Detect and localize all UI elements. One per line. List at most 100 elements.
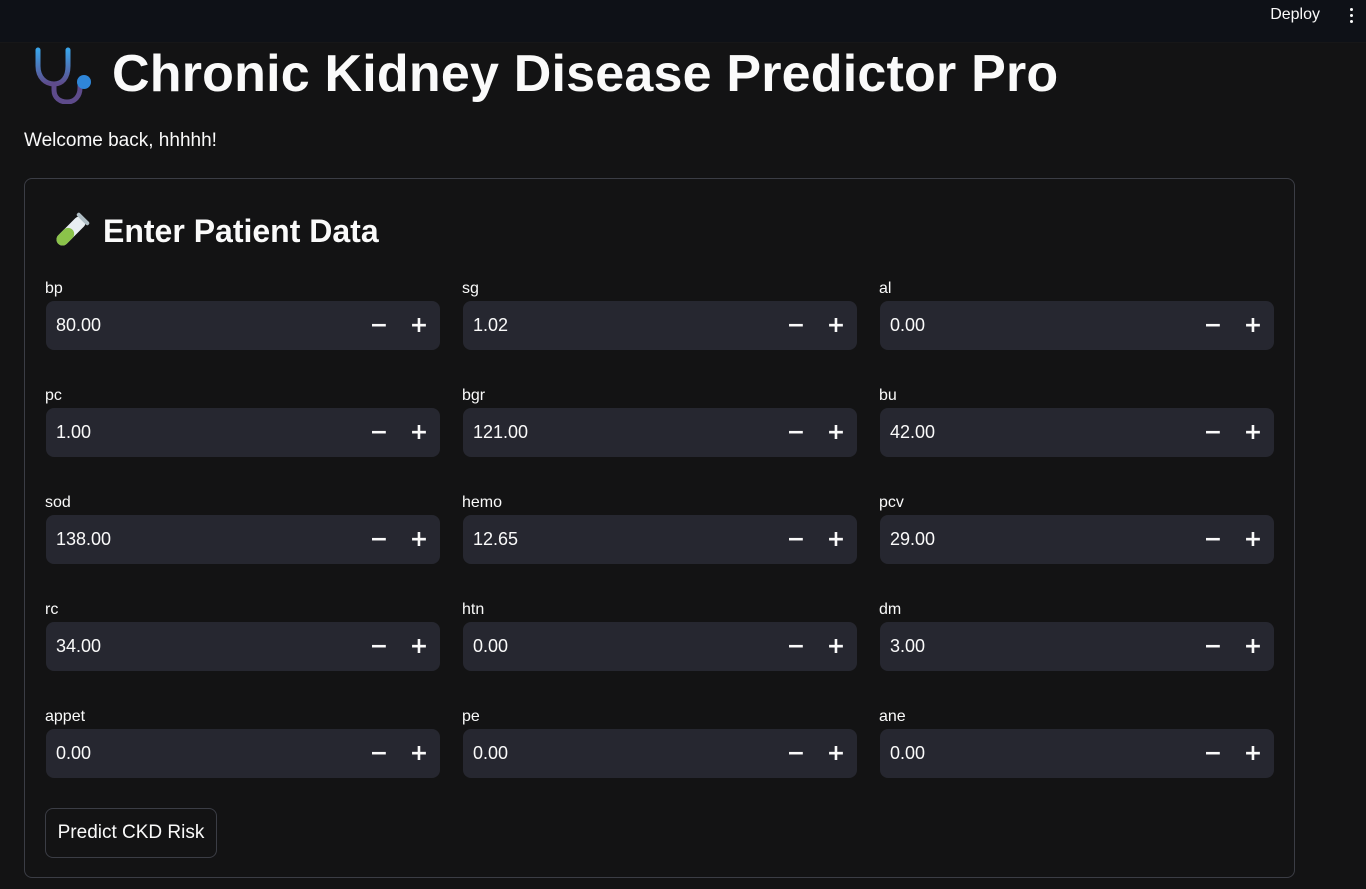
decrement-button[interactable]: − (363, 738, 395, 769)
page-header: Chronic Kidney Disease Predictor Pro (32, 44, 1058, 104)
decrement-button[interactable]: − (363, 631, 395, 662)
decrement-button[interactable]: − (780, 417, 812, 448)
decrement-button[interactable]: − (780, 524, 812, 555)
field-label: htn (462, 601, 485, 618)
field-bp: bp −+ (45, 280, 440, 360)
increment-button[interactable]: + (403, 417, 435, 448)
field-label: pcv (879, 494, 904, 511)
number-input: −+ (463, 515, 857, 564)
hemo-input[interactable] (473, 515, 763, 564)
number-input: −+ (46, 408, 440, 457)
decrement-button[interactable]: − (363, 417, 395, 448)
field-label: hemo (462, 494, 503, 511)
number-input: −+ (880, 729, 1274, 778)
pc-input[interactable] (56, 408, 346, 457)
bu-input[interactable] (890, 408, 1180, 457)
decrement-button[interactable]: − (1197, 738, 1229, 769)
pe-input[interactable] (473, 729, 763, 778)
form-header: Enter Patient Data (51, 209, 379, 253)
pcv-input[interactable] (890, 515, 1180, 564)
htn-input[interactable] (473, 622, 763, 671)
field-label: sod (45, 494, 71, 511)
field-label: pe (462, 708, 480, 725)
ane-input[interactable] (890, 729, 1180, 778)
top-toolbar: Deploy (0, 0, 1366, 42)
predict-button[interactable]: Predict CKD Risk (45, 808, 217, 858)
increment-button[interactable]: + (403, 310, 435, 341)
field-label: appet (45, 708, 86, 725)
welcome-message: Welcome back, hhhhh! (24, 130, 217, 151)
number-input: −+ (463, 301, 857, 350)
field-pe: pe −+ (462, 708, 857, 788)
number-input: −+ (463, 408, 857, 457)
decrement-button[interactable]: − (780, 310, 812, 341)
increment-button[interactable]: + (820, 310, 852, 341)
field-ane: ane −+ (879, 708, 1274, 788)
appet-input[interactable] (56, 729, 346, 778)
increment-button[interactable]: + (403, 738, 435, 769)
sod-input[interactable] (56, 515, 346, 564)
number-input: −+ (463, 622, 857, 671)
form-title: Enter Patient Data (103, 212, 379, 249)
deploy-button[interactable]: Deploy (1270, 6, 1320, 24)
increment-button[interactable]: + (1237, 631, 1269, 662)
field-al: al −+ (879, 280, 1274, 360)
test-tube-icon (56, 212, 90, 246)
field-pcv: pcv −+ (879, 494, 1274, 574)
decrement-button[interactable]: − (1197, 310, 1229, 341)
main-menu-button[interactable] (1342, 2, 1360, 28)
decrement-button[interactable]: − (1197, 631, 1229, 662)
increment-button[interactable]: + (820, 738, 852, 769)
increment-button[interactable]: + (1237, 310, 1269, 341)
field-rc: rc −+ (45, 601, 440, 681)
increment-button[interactable]: + (820, 631, 852, 662)
rc-input[interactable] (56, 622, 346, 671)
dm-input[interactable] (890, 622, 1180, 671)
increment-button[interactable]: + (403, 524, 435, 555)
number-input: −+ (46, 729, 440, 778)
decrement-button[interactable]: − (363, 524, 395, 555)
field-label: sg (462, 280, 479, 297)
number-input: −+ (46, 301, 440, 350)
field-bu: bu −+ (879, 387, 1274, 467)
increment-button[interactable]: + (820, 417, 852, 448)
field-sod: sod −+ (45, 494, 440, 574)
increment-button[interactable]: + (1237, 738, 1269, 769)
increment-button[interactable]: + (403, 631, 435, 662)
decrement-button[interactable]: − (363, 310, 395, 341)
field-label: bu (879, 387, 897, 404)
field-label: bgr (462, 387, 486, 404)
bgr-input[interactable] (473, 408, 763, 457)
increment-button[interactable]: + (1237, 417, 1269, 448)
field-hemo: hemo −+ (462, 494, 857, 574)
al-input[interactable] (890, 301, 1180, 350)
field-label: bp (45, 280, 63, 297)
field-dm: dm −+ (879, 601, 1274, 681)
field-pc: pc −+ (45, 387, 440, 467)
number-input: −+ (880, 408, 1274, 457)
increment-button[interactable]: + (820, 524, 852, 555)
decrement-button[interactable]: − (1197, 417, 1229, 448)
number-input: −+ (46, 515, 440, 564)
field-label: ane (879, 708, 906, 725)
number-input: −+ (46, 622, 440, 671)
field-label: rc (45, 601, 59, 618)
page-title: Chronic Kidney Disease Predictor Pro (112, 45, 1059, 103)
field-label: al (879, 280, 892, 297)
patient-data-form: Enter Patient Data bp−+sg−+al−+pc−+bgr−+… (24, 178, 1295, 878)
decrement-button[interactable]: − (780, 738, 812, 769)
main-content: Chronic Kidney Disease Predictor Pro Wel… (0, 42, 1366, 889)
sg-input[interactable] (473, 301, 763, 350)
increment-button[interactable]: + (1237, 524, 1269, 555)
decrement-button[interactable]: − (1197, 524, 1229, 555)
vertical-ellipsis-icon (1349, 7, 1353, 11)
field-label: pc (45, 387, 62, 404)
field-sg: sg −+ (462, 280, 857, 360)
field-label: dm (879, 601, 902, 618)
number-input: −+ (880, 622, 1274, 671)
field-bgr: bgr −+ (462, 387, 857, 467)
decrement-button[interactable]: − (780, 631, 812, 662)
number-input: −+ (880, 301, 1274, 350)
bp-input[interactable] (56, 301, 346, 350)
field-appet: appet −+ (45, 708, 440, 788)
